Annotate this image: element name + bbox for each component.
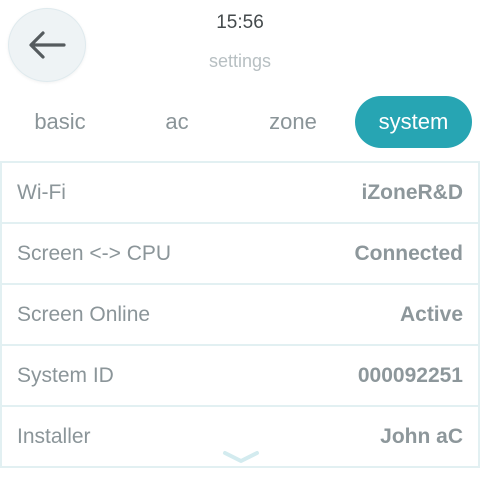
setting-value: Active: [399, 303, 463, 326]
setting-value: 000092251: [357, 364, 463, 387]
setting-label: Wi-Fi: [17, 181, 66, 204]
tab-basic[interactable]: basic: [0, 96, 120, 148]
tab-ac[interactable]: ac: [117, 96, 237, 148]
setting-value: John aC: [380, 425, 463, 448]
setting-label: Screen <-> CPU: [17, 242, 172, 265]
setting-row-screen-online[interactable]: Screen Online Active: [0, 285, 480, 346]
setting-value: Connected: [354, 242, 463, 265]
tab-bar: basic ac zone system: [0, 96, 480, 148]
setting-label: Installer: [17, 425, 91, 448]
clock: 15:56: [216, 12, 264, 33]
setting-row-wifi[interactable]: Wi-Fi iZoneR&D: [0, 163, 480, 224]
chevron-down-icon[interactable]: [222, 449, 260, 465]
setting-row-system-id[interactable]: System ID 000092251: [0, 346, 480, 407]
setting-row-screen-cpu[interactable]: Screen <-> CPU Connected: [0, 224, 480, 285]
tab-zone[interactable]: zone: [233, 96, 353, 148]
setting-label: Screen Online: [17, 303, 151, 326]
settings-screen: 15:56 settings basic ac zone system Wi-F…: [0, 0, 480, 480]
page-subtitle: settings: [208, 51, 272, 71]
settings-list: Wi-Fi iZoneR&D Screen <-> CPU Connected …: [0, 161, 480, 468]
setting-label: System ID: [17, 364, 114, 387]
setting-value: iZoneR&D: [361, 181, 464, 204]
tab-system[interactable]: system: [355, 96, 472, 148]
